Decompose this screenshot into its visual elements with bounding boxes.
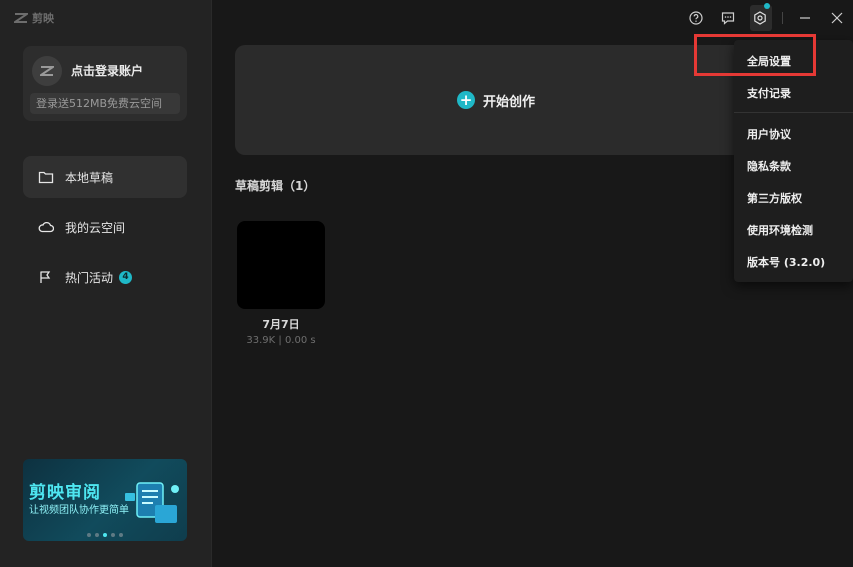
app-logo: 剪映 bbox=[14, 10, 54, 26]
menu-item-version[interactable]: 版本号 (3.2.0) bbox=[747, 254, 825, 270]
menu-item-user-agreement[interactable]: 用户协议 bbox=[747, 126, 791, 142]
pagination-dot[interactable] bbox=[87, 533, 91, 537]
document-review-icon bbox=[125, 482, 179, 523]
notification-dot bbox=[764, 3, 770, 9]
draft-item[interactable]: 7月7日 33.9K | 0.00 s bbox=[237, 221, 325, 346]
titlebar-divider bbox=[782, 12, 783, 24]
sidebar-item-label: 我的云空间 bbox=[65, 220, 126, 235]
sidebar-item-local-drafts[interactable]: 本地草稿 bbox=[23, 156, 187, 198]
sidebar-item-label: 本地草稿 bbox=[65, 170, 114, 185]
login-label[interactable]: 点击登录账户 bbox=[71, 62, 143, 79]
menu-item-environment-check[interactable]: 使用环境检测 bbox=[747, 222, 813, 238]
settings-button[interactable] bbox=[744, 0, 776, 36]
close-button[interactable] bbox=[821, 0, 853, 36]
plus-icon: + bbox=[456, 91, 475, 109]
menu-item-payment-records[interactable]: 支付记录 bbox=[747, 85, 791, 101]
menu-item-privacy-policy[interactable]: 隐私条款 bbox=[747, 158, 791, 174]
capcut-avatar-icon bbox=[40, 66, 54, 76]
draft-name: 7月7日 bbox=[262, 318, 300, 331]
menu-item-third-party-copyright[interactable]: 第三方版权 bbox=[747, 190, 802, 206]
minimize-button[interactable] bbox=[789, 0, 821, 36]
sidebar: 剪映 点击登录账户 登录送512MB免费云空间 本地草稿 我的云空间 热门活动 … bbox=[0, 0, 212, 567]
start-creating-button[interactable]: + 开始创作 bbox=[235, 45, 757, 155]
help-button[interactable] bbox=[680, 0, 712, 36]
app-name: 剪映 bbox=[32, 12, 54, 25]
feedback-button[interactable] bbox=[712, 0, 744, 36]
minimize-icon bbox=[800, 17, 810, 19]
capcut-logo-icon bbox=[14, 13, 28, 23]
feedback-icon bbox=[721, 12, 735, 25]
start-creating-label: 开始创作 bbox=[482, 94, 535, 110]
drafts-section-title: 草稿剪辑（1） bbox=[235, 179, 316, 193]
banner-subtitle: 让视频团队协作更简单 bbox=[29, 505, 129, 516]
folder-icon bbox=[38, 171, 54, 184]
pagination-dot-active[interactable] bbox=[103, 533, 107, 537]
pagination-dot[interactable] bbox=[95, 533, 99, 537]
cloud-promo-text[interactable]: 登录送512MB免费云空间 bbox=[30, 93, 180, 114]
close-icon bbox=[831, 12, 843, 24]
promo-banner[interactable]: 剪映审阅 让视频团队协作更简单 bbox=[23, 459, 187, 541]
notification-badge: 4 bbox=[119, 270, 133, 284]
cloud-icon bbox=[38, 221, 54, 233]
draft-thumbnail[interactable] bbox=[237, 221, 325, 309]
banner-pagination[interactable] bbox=[87, 533, 123, 537]
sidebar-item-cloud-space[interactable]: 我的云空间 bbox=[23, 206, 187, 248]
menu-item-global-settings[interactable]: 全局设置 bbox=[747, 53, 791, 69]
sidebar-item-hot-events[interactable]: 热门活动 4 bbox=[23, 256, 187, 298]
sidebar-item-label: 热门活动 bbox=[65, 270, 114, 285]
menu-divider bbox=[734, 112, 853, 113]
banner-title: 剪映审阅 bbox=[29, 483, 101, 503]
flag-icon bbox=[40, 271, 51, 283]
pagination-dot[interactable] bbox=[119, 533, 123, 537]
gear-icon bbox=[754, 11, 766, 25]
settings-dropdown-menu: 全局设置 支付记录 用户协议 隐私条款 第三方版权 使用环境检测 版本号 (3.… bbox=[734, 40, 853, 282]
draft-meta: 33.9K | 0.00 s bbox=[246, 335, 316, 346]
title-bar bbox=[680, 0, 853, 36]
login-card[interactable]: 点击登录账户 登录送512MB免费云空间 bbox=[23, 46, 187, 121]
pagination-dot[interactable] bbox=[111, 533, 115, 537]
help-icon bbox=[689, 11, 703, 25]
avatar[interactable] bbox=[32, 56, 62, 86]
